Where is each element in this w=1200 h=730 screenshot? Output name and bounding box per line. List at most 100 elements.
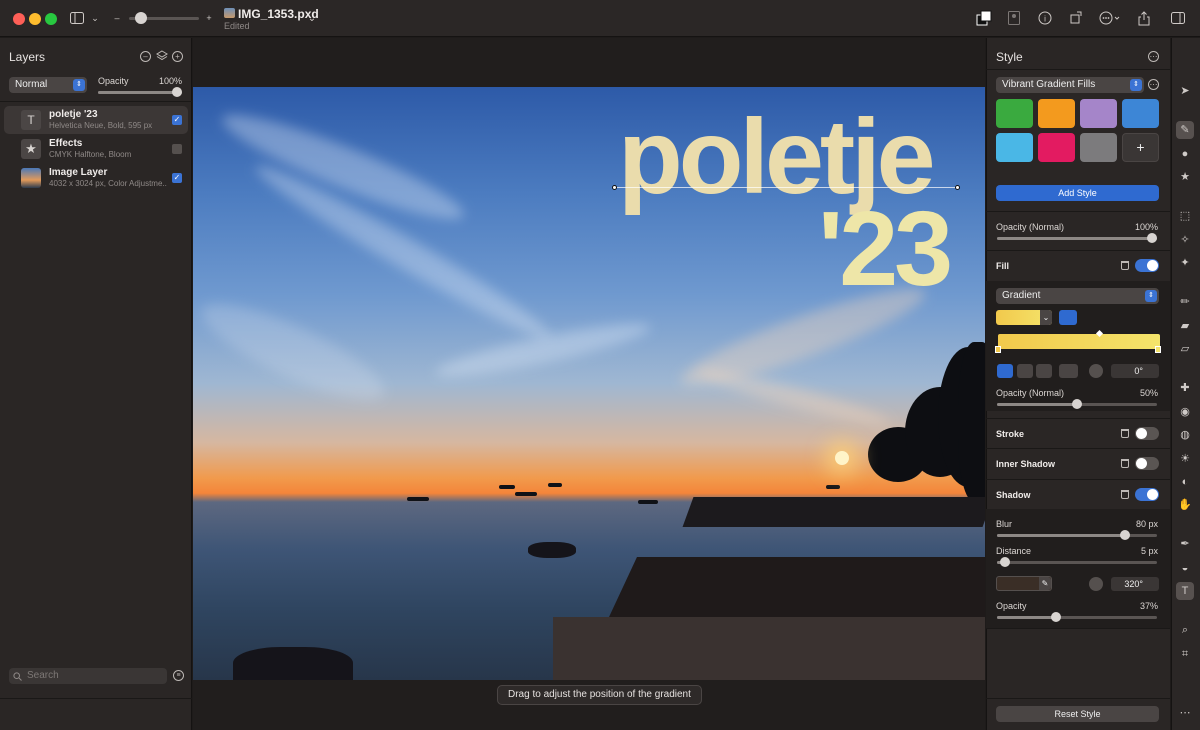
style-opacity-slider-knob[interactable] [1147,233,1157,243]
shadow-blur-slider-knob[interactable] [1120,530,1130,540]
style-brush-icon[interactable]: ✎ [1176,121,1194,139]
sun-lighten-icon[interactable]: ☀ [1176,450,1194,468]
trash-icon[interactable] [1121,429,1129,438]
clone-stamp-icon[interactable]: ◉ [1176,403,1194,421]
canvas-text-line2[interactable]: '23 [818,196,953,302]
rectangular-select-icon[interactable]: ⬚ [1176,207,1194,225]
fill-opacity-slider[interactable] [997,399,1157,409]
fill-type-select[interactable]: Gradient ⇕ [996,288,1159,304]
fill-angle-field[interactable]: 0° [1111,364,1159,378]
stroke-toggle[interactable] [1135,427,1159,440]
zoom-out-icon[interactable]: – [114,9,120,27]
info-icon[interactable]: i [1037,9,1053,27]
gradient-stop-end[interactable] [1155,346,1161,353]
title-chevron-down-icon[interactable]: ⌄ [306,9,318,27]
quick-select-icon[interactable]: ✦ [1176,254,1194,272]
reset-style-button[interactable]: Reset Style [996,706,1159,722]
trash-icon[interactable] [1121,261,1129,270]
shadow-angle-dial[interactable] [1089,577,1103,591]
bandage-icon[interactable]: ✚ [1176,379,1194,397]
layer-visibility-checkbox[interactable]: ✓ [172,173,182,183]
shadow-opacity-slider[interactable] [997,612,1157,622]
effects-star-tool-icon[interactable]: ★ [1176,168,1194,186]
sponge-icon[interactable]: ◐ [1176,473,1194,491]
eraser-icon[interactable]: ▱ [1176,340,1194,358]
effects-drops-icon[interactable]: ● [1176,145,1194,163]
paint-brush-icon[interactable]: ✏ [1176,293,1194,311]
zoom-slider-knob[interactable] [135,12,147,24]
style-options-icon[interactable]: ⋯ [1148,51,1159,62]
zoom-magnifier-icon[interactable]: ⌕ [1176,621,1194,639]
add-swatch-button[interactable]: + [1122,133,1159,162]
layer-visibility-checkbox[interactable]: ✓ [172,144,182,154]
shapes-icon[interactable]: ◒ [1176,559,1194,577]
fill-toggle[interactable] [1135,259,1159,272]
text-tool-icon[interactable]: T [1176,582,1194,600]
chevron-down-icon[interactable]: ⌄ [90,9,100,27]
radial-gradient-icon[interactable] [1017,364,1033,378]
sidebar-toggle-icon[interactable] [69,9,85,27]
zoom-in-icon[interactable]: + [206,9,212,27]
fill-angle-dial[interactable] [1089,364,1103,378]
more-options-icon[interactable] [1098,9,1122,27]
eyedropper-icon[interactable]: ✎ [1039,577,1051,590]
gradient-bar[interactable] [998,334,1160,349]
arrow-pointer-icon[interactable]: ➤ [1176,82,1194,100]
blend-mode-select[interactable]: Normal ⇕ [9,77,87,93]
layers-stack-icon[interactable] [156,50,168,65]
blur-tool-icon[interactable]: ◍ [1176,426,1194,444]
style-swatch[interactable] [1038,99,1075,128]
style-opacity-slider[interactable] [997,233,1157,243]
style-swatch[interactable] [1122,99,1159,128]
minimize-window-button[interactable] [29,13,41,25]
add-style-button[interactable]: Add Style [996,185,1159,201]
gradient-dropdown-chevron-icon[interactable]: ⌄ [1040,310,1052,325]
zoom-window-button[interactable] [45,13,57,25]
layer-row-text[interactable]: T poletje '23 Helvetica Neue, Bold, 595 … [4,106,188,134]
trash-icon[interactable] [1121,490,1129,499]
portrait-icon[interactable] [1006,9,1022,27]
shadow-toggle[interactable] [1135,488,1159,501]
style-swatch[interactable] [996,99,1033,128]
gradient-editor-icon[interactable] [1059,310,1077,325]
linear-gradient-icon[interactable] [997,364,1013,378]
gradient-start-handle[interactable] [612,185,617,190]
preset-more-icon[interactable]: ⋯ [1148,79,1159,90]
style-swatch[interactable] [996,133,1033,162]
add-layer-icon[interactable]: + [172,51,183,62]
gradient-tool-icon[interactable]: ▰ [1176,317,1194,335]
close-window-button[interactable] [13,13,25,25]
shadow-angle-field[interactable]: 320° [1111,577,1159,591]
style-swatch[interactable] [1080,133,1117,162]
shadow-blur-slider[interactable] [997,530,1157,540]
style-swatch[interactable] [1080,99,1117,128]
layer-opacity-slider[interactable] [98,87,182,97]
layer-opacity-slider-knob[interactable] [172,87,182,97]
inner-shadow-toggle[interactable] [1135,457,1159,470]
style-preset-select[interactable]: Vibrant Gradient Fills ⇕ [996,77,1144,93]
gradient-stop-start[interactable] [995,346,1001,353]
layer-row-image[interactable]: Image Layer 4032 x 3024 px, Color Adjust… [4,164,188,192]
reverse-gradient-icon[interactable] [1059,364,1078,378]
shadow-distance-slider[interactable] [997,557,1157,567]
layer-row-effects[interactable]: ★ Effects CMYK Halftone, Bloom ✓ [4,135,188,163]
sidebar-right-icon[interactable] [1170,9,1186,27]
fill-opacity-slider-knob[interactable] [1072,399,1082,409]
crop-rotate-icon[interactable] [1068,9,1084,27]
angle-gradient-icon[interactable] [1036,364,1052,378]
trash-icon[interactable] [1121,459,1129,468]
gradient-end-handle[interactable] [955,185,960,190]
layer-visibility-checkbox[interactable]: ✓ [172,115,182,125]
crop-tool-icon[interactable]: ⌗ [1176,645,1194,663]
shadow-distance-slider-knob[interactable] [1000,557,1010,567]
magic-wand-icon[interactable]: ✧ [1176,231,1194,249]
pen-tool-icon[interactable]: ✒ [1176,535,1194,553]
collapse-icon[interactable]: – [140,51,151,62]
smudge-hand-icon[interactable]: ✋ [1176,496,1194,514]
filter-icon[interactable]: ≡ [173,670,184,681]
gradient-direction-line[interactable] [614,187,957,188]
color-swatch-icon[interactable] [975,9,993,27]
more-tools-icon[interactable]: ⋯ [1176,704,1194,722]
share-icon[interactable] [1136,9,1152,27]
style-swatch[interactable] [1038,133,1075,162]
